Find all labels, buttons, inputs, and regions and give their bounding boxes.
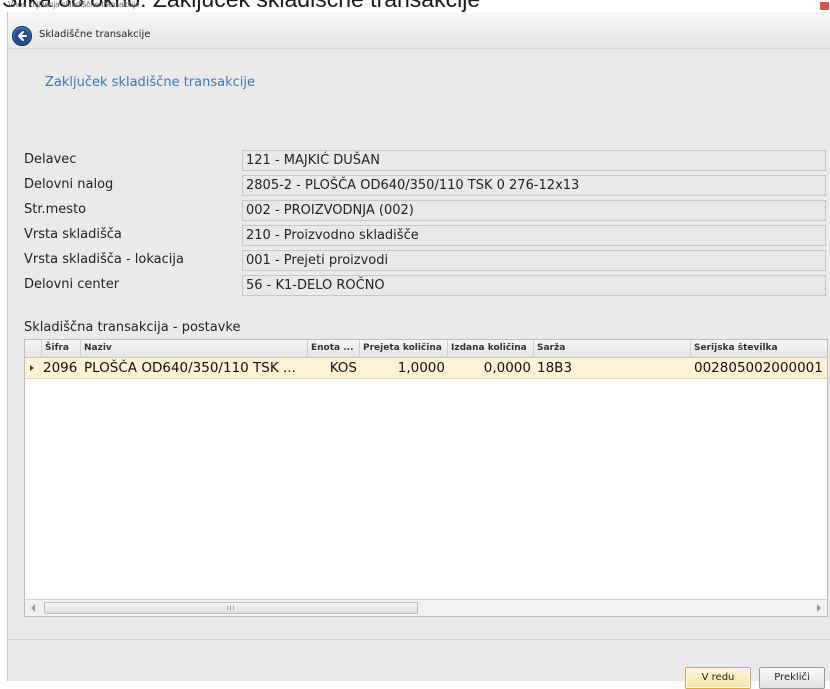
toolbar: Skladiščne transakcije [8,12,830,49]
cancel-button[interactable]: Prekliči [759,667,825,689]
cell-izdana-kolicina[interactable]: 0,0000 [448,358,534,378]
close-icon[interactable] [820,2,829,10]
field-label-str-mesto: Str.mesto [24,202,87,217]
field-value-str-mesto: 002 - PROIZVODNJA (002) [242,200,826,221]
scroll-right-arrow-icon[interactable] [817,604,821,612]
row-indicator-header [25,340,42,357]
window-title: Vnos knjiženja skladiščne transakcije [8,0,140,9]
column-header-sifra[interactable]: Šifra [42,340,81,357]
field-value-lokacija: 001 - Prejeti proizvodi [242,250,826,271]
field-label-vrsta-skladisca: Vrsta skladišča [24,227,122,242]
column-header-naziv[interactable]: Naziv [81,340,308,357]
cell-sifra[interactable]: 2096 [42,358,81,378]
current-row-arrow-icon [30,365,34,371]
field-value-vrsta-skladisca: 210 - Proizvodno skladišče [242,225,826,246]
toolbar-title: Skladiščne transakcije [39,29,151,40]
field-value-delavec: 121 - MAJKIĆ DUŠAN [242,150,826,171]
column-header-enota[interactable]: Enota ... [308,340,360,357]
grid-label: Skladiščna transakcija - postavke [24,320,241,335]
field-value-delovni-nalog: 2805-2 - PLOŠČA OD640/350/110 TSK 0 276-… [242,175,826,196]
scroll-left-arrow-icon[interactable] [31,604,35,612]
ok-button[interactable]: V redu [685,667,751,689]
cell-sarza[interactable]: 18B3 [534,358,691,378]
field-label-lokacija: Vrsta skladišča - lokacija [24,252,184,267]
field-value-delovni-center: 56 - K1-DELO ROČNO [242,275,826,296]
column-header-izdana-kolicina[interactable]: Izdana količina [448,340,534,357]
scroll-thumb[interactable]: III [44,602,418,614]
items-grid[interactable]: Šifra Naziv Enota ... Prejeta količina I… [24,339,828,617]
cell-enota[interactable]: KOS [308,358,360,378]
field-label-delovni-center: Delovni center [24,277,120,292]
table-row[interactable]: 2096 PLOŠČA OD640/350/110 TSK ... KOS 1,… [25,358,827,379]
footer-divider [8,639,830,640]
column-header-sarza[interactable]: Sarža [534,340,691,357]
cell-serijska-stevilka[interactable]: 002805002000001 [691,358,827,378]
scroll-grip: III [227,605,236,612]
grid-header: Šifra Naziv Enota ... Prejeta količina I… [25,340,827,358]
back-arrow-icon[interactable] [12,26,32,46]
horizontal-scrollbar[interactable]: III [25,599,827,616]
cell-prejeta-kolicina[interactable]: 1,0000 [360,358,448,378]
dialog-window: Skladiščne transakcije Zaključek skladiš… [7,12,830,689]
page-title: Zaključek skladiščne transakcije [45,75,255,90]
cell-naziv[interactable]: PLOŠČA OD640/350/110 TSK ... [81,358,308,378]
field-label-delovni-nalog: Delovni nalog [24,177,114,192]
column-header-serijska-stevilka[interactable]: Serijska številka [691,340,827,357]
column-header-prejeta-kolicina[interactable]: Prejeta količina [360,340,448,357]
field-label-delavec: Delavec [24,152,77,167]
